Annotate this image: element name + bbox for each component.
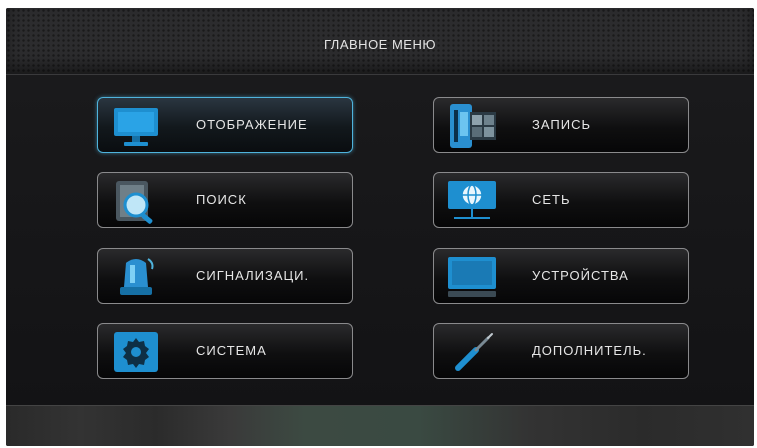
screwdriver-icon [455,333,493,371]
monitor-icon [114,108,158,146]
status-bar [6,405,754,446]
menu-button-alarm[interactable]: СИГНАЛИЗАЦИ. [97,248,353,304]
menu-label-search: ПОИСК [196,192,247,207]
menu-panel: ОТОБРАЖЕНИЕ ЗАПИСЬ ПОИСК СЕТЬ СИГНАЛИЗАЦ… [6,75,754,405]
network-globe-icon [448,181,496,219]
menu-button-devices[interactable]: УСТРОЙСТВА [433,248,689,304]
menu-label-display: ОТОБРАЖЕНИЕ [196,117,308,132]
menu-label-advanced: ДОПОЛНИТЕЛЬ. [532,343,647,358]
main-menu-window: ГЛАВНОЕ МЕНЮ ОТОБРАЖЕНИЕ ЗАПИСЬ ПОИСК СЕ… [6,8,754,446]
menu-button-display[interactable]: ОТОБРАЖЕНИЕ [97,97,353,153]
page-title: ГЛАВНОЕ МЕНЮ [324,37,436,52]
menu-button-advanced[interactable]: ДОПОЛНИТЕЛЬ. [433,323,689,379]
magnifier-icon [116,181,153,224]
menu-label-alarm: СИГНАЛИЗАЦИ. [196,268,310,283]
menu-label-record: ЗАПИСЬ [532,117,591,132]
menu-label-system: СИСТЕМА [196,343,267,358]
menu-label-devices: УСТРОЙСТВА [532,268,629,283]
gear-icon [114,332,158,372]
menu-button-network[interactable]: СЕТЬ [433,172,689,228]
menu-button-search[interactable]: ПОИСК [97,172,353,228]
menu-button-record[interactable]: ЗАПИСЬ [433,97,689,153]
alarm-beacon-icon [120,258,154,295]
title-bar: ГЛАВНОЕ МЕНЮ [6,8,754,75]
menu-button-system[interactable]: СИСТЕМА [97,323,353,379]
device-monitor-icon [448,257,496,297]
menu-label-network: СЕТЬ [532,192,571,207]
film-icon [450,104,496,148]
